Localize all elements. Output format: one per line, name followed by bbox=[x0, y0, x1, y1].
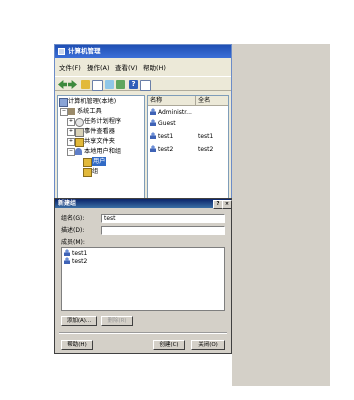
divider bbox=[59, 332, 227, 334]
list-item[interactable]: test2 bbox=[62, 257, 87, 265]
expand-icon[interactable]: + bbox=[67, 128, 75, 136]
properties-icon[interactable] bbox=[140, 80, 151, 91]
folder-icon bbox=[83, 168, 92, 177]
user-icon bbox=[64, 249, 70, 256]
description-field[interactable] bbox=[101, 226, 225, 235]
dialog-title: 新建组 bbox=[58, 200, 77, 207]
column-header-name[interactable]: 名称 bbox=[148, 96, 196, 106]
user-icon bbox=[150, 145, 156, 152]
desktop-background-panel bbox=[232, 44, 330, 386]
expand-icon[interactable]: + bbox=[67, 118, 75, 126]
up-folder-icon[interactable] bbox=[81, 80, 90, 89]
show-hide-tree-icon[interactable] bbox=[92, 80, 103, 91]
export-list-icon[interactable] bbox=[116, 80, 125, 89]
list-item[interactable]: test1 test1 bbox=[148, 132, 228, 142]
list-item[interactable]: Guest bbox=[148, 119, 176, 129]
add-member-button[interactable]: 添加(A)... bbox=[61, 316, 97, 326]
user-icon bbox=[150, 132, 156, 139]
expand-icon[interactable]: + bbox=[67, 138, 75, 146]
members-label: 成员(M): bbox=[61, 239, 85, 246]
users-list-view: 名称 全名 Administr... Guest test1 test1 tes… bbox=[147, 95, 229, 199]
list-item[interactable]: test2 test2 bbox=[148, 145, 228, 155]
window-titlebar[interactable]: 计算机管理 bbox=[55, 45, 231, 58]
refresh-icon[interactable] bbox=[105, 80, 114, 89]
group-name-label: 组名(G): bbox=[61, 215, 85, 222]
dialog-titlebar[interactable]: 新建组 ? × bbox=[55, 199, 232, 209]
help-icon[interactable]: ? bbox=[129, 80, 138, 89]
user-icon bbox=[150, 108, 156, 115]
collapse-icon[interactable]: − bbox=[60, 108, 68, 116]
remove-member-button[interactable]: 删除(R) bbox=[101, 316, 133, 326]
user-icon bbox=[150, 119, 156, 126]
computer-management-window: 计算机管理 文件(F) 操作(A) 查看(V) 帮助(H) ? 计算机管理(本地… bbox=[54, 44, 232, 202]
column-header-full-name[interactable]: 全名 bbox=[196, 96, 228, 106]
create-button[interactable]: 创建(C) bbox=[153, 340, 185, 350]
console-tree: 计算机管理(本地) − 系统工具 + 任务计划程序 + 事件查看器 + 共享文件… bbox=[57, 95, 145, 199]
members-list[interactable]: test1 test2 bbox=[61, 247, 225, 311]
shared-folder-icon bbox=[75, 138, 84, 147]
tools-icon bbox=[68, 108, 75, 115]
close-button[interactable]: 关闭(O) bbox=[191, 340, 225, 350]
users-icon bbox=[75, 148, 82, 155]
new-group-dialog: 新建组 ? × 组名(G): test 描述(D): 成员(M): test1 … bbox=[54, 198, 232, 354]
forward-arrow-icon[interactable] bbox=[68, 80, 77, 89]
list-item[interactable]: test1 bbox=[62, 249, 87, 257]
close-icon[interactable]: × bbox=[222, 200, 232, 209]
menu-view[interactable]: 查看(V) bbox=[115, 62, 138, 74]
menu-bar: 文件(F) 操作(A) 查看(V) 帮助(H) bbox=[55, 62, 231, 74]
computer-icon bbox=[59, 98, 68, 107]
back-arrow-icon[interactable] bbox=[58, 80, 67, 89]
computer-management-icon bbox=[58, 48, 65, 55]
list-item[interactable]: Administr... bbox=[148, 108, 192, 118]
toolbar: ? bbox=[55, 76, 231, 91]
menu-file[interactable]: 文件(F) bbox=[59, 62, 81, 74]
clock-icon bbox=[75, 118, 84, 127]
help-button[interactable]: 帮助(H) bbox=[61, 340, 93, 350]
menu-help[interactable]: 帮助(H) bbox=[143, 62, 166, 74]
collapse-icon[interactable]: − bbox=[67, 148, 75, 156]
user-icon bbox=[64, 257, 70, 264]
description-label: 描述(D): bbox=[61, 227, 85, 234]
menu-action[interactable]: 操作(A) bbox=[87, 62, 110, 74]
folder-icon bbox=[83, 158, 92, 167]
window-title: 计算机管理 bbox=[68, 47, 101, 55]
group-name-field[interactable]: test bbox=[101, 214, 225, 223]
event-viewer-icon bbox=[75, 128, 84, 137]
